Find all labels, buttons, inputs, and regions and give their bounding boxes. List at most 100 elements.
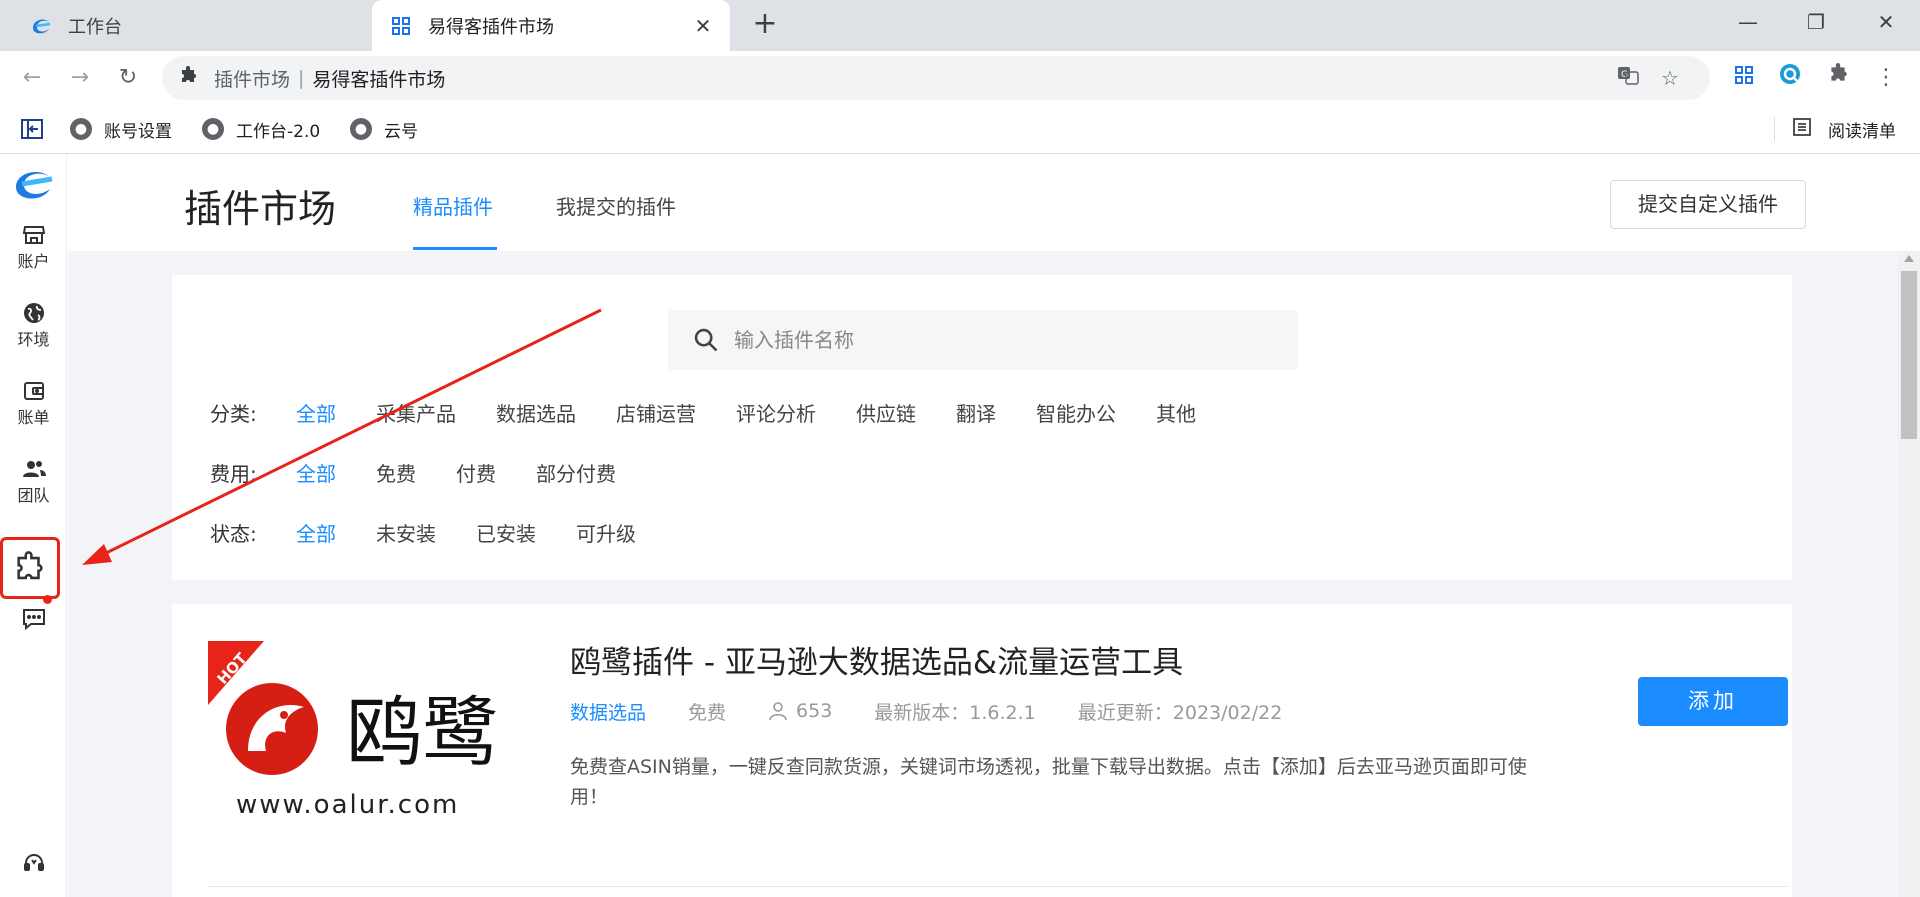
globe-icon: ● [350,118,372,140]
plugin-logo: HOT 鸥鹭 www.oalur.com [208,641,516,831]
close-tab-icon[interactable]: ✕ [690,13,716,39]
filter-option[interactable]: 其他 [1156,398,1196,427]
forward-button[interactable]: → [64,62,96,94]
tab-featured-plugins[interactable]: 精品插件 [413,191,493,220]
plugin-name[interactable]: 鸥鹭插件 - 亚马逊大数据选品&流量运营工具 [570,637,1183,682]
plugin-fee: 免费 [688,701,727,724]
plugin-updated: 最近更新：2023/02/22 [1077,701,1283,724]
url-host: 插件市场 [214,68,291,91]
submit-custom-plugin-button[interactable]: 提交自定义插件 [1610,180,1806,229]
minimize-button[interactable]: — [1728,4,1768,40]
browser-tab-strip: 工作台 易得客插件市场 ✕ + — ❐ ✕ [0,0,1920,51]
sidebar-item-team[interactable]: 团队 [0,457,67,507]
bookmark-star-icon[interactable]: ☆ [1656,64,1684,92]
filter-row-fee: 费用: 全部 免费 付费 部分付费 [210,457,656,487]
globe-icon: ● [202,118,224,140]
reload-button[interactable]: ↻ [112,62,144,94]
plugin-category[interactable]: 数据选品 [570,698,646,725]
bookmark-cloud[interactable]: ● 云号 [350,117,418,142]
globe-icon: ● [70,118,92,140]
main-content: 插件市场 精品插件 我提交的插件 提交自定义插件 分类: 全部 采集产品 数据选… [68,155,1920,897]
headset-icon [0,851,67,879]
filter-option[interactable]: 未安装 [376,518,436,547]
restore-button[interactable]: ❐ [1796,4,1836,40]
filter-option[interactable]: 付费 [456,458,496,487]
plugin-description: 免费查ASIN销量，一键反查同款货源，关键词市场透视，批量下载导出数据。点击【添… [570,756,1527,808]
filter-panel: 分类: 全部 采集产品 数据选品 店铺运营 评论分析 供应链 翻译 智能办公 其… [172,275,1792,580]
filter-row-status: 状态: 全部 未安装 已安装 可升级 [210,517,676,547]
scroll-up-arrow[interactable] [1904,255,1914,262]
bookmarks-bar: ● 账号设置 ● 工作台-2.0 ● 云号 阅读清单 [0,105,1920,154]
filter-option[interactable]: 智能办公 [1036,398,1116,427]
user-icon [768,701,788,721]
extensions-puzzle-icon[interactable] [1822,62,1854,94]
bookmark-label: 账号设置 [104,121,172,142]
card-divider [208,886,1788,887]
sidebar-item-environment[interactable]: 环境 [0,301,67,351]
back-button[interactable]: ← [16,62,48,94]
address-bar[interactable]: 插件市场 | 易得客插件市场 G ☆ [162,56,1710,100]
bookmark-workbench[interactable]: ● 工作台-2.0 [202,117,320,142]
filter-option[interactable]: 供应链 [856,398,916,427]
add-plugin-button[interactable]: 添加 [1638,677,1788,726]
sidebar-item-bill[interactable]: 账单 [0,379,67,429]
translate-icon[interactable]: G [1614,64,1642,92]
filter-label: 费用: [210,461,257,486]
active-tab-indicator [413,247,497,250]
new-tab-button[interactable]: + [748,8,782,42]
filter-option[interactable]: 可升级 [576,518,636,547]
sidebar-item-messages[interactable] [0,607,67,635]
plugin-card: HOT 鸥鹭 www.oalur.com 鸥鹭插件 - 亚马逊大数据选品&流量运… [172,604,1792,897]
tab-my-submitted-plugins[interactable]: 我提交的插件 [556,191,676,220]
sidebar-item-label: 团队 [17,486,50,505]
search-icon [692,326,720,354]
bookmark-account-settings[interactable]: ● 账号设置 [70,117,172,142]
sidebar-item-account[interactable]: 账户 [0,223,67,273]
plugin-user-count: 653 [796,700,833,722]
extension-q-icon[interactable] [1774,62,1806,94]
filter-option[interactable]: 免费 [376,458,416,487]
logo-brand-text: 鸥鹭 [346,688,498,777]
tab-workbench[interactable]: 工作台 [0,0,370,51]
filter-option[interactable]: 全部 [296,518,336,547]
sidebar-plugin-button[interactable] [13,551,47,585]
filter-option[interactable]: 全部 [296,458,336,487]
grid-apps-icon[interactable] [1728,62,1760,94]
tab-plugin-market[interactable]: 易得客插件市场 ✕ [372,0,730,51]
logo-site-text: www.oalur.com [236,790,459,820]
sidebar-toggle-icon[interactable] [20,117,44,141]
notification-dot [43,595,52,604]
tab-title: 易得客插件市场 [428,16,554,38]
menu-kebab-icon[interactable]: ⋮ [1870,62,1902,94]
filter-option[interactable]: 已安装 [476,518,536,547]
filter-option[interactable]: 全部 [296,398,336,427]
filter-option[interactable]: 部分付费 [536,458,616,487]
scroll-thumb[interactable] [1901,271,1917,439]
close-window-button[interactable]: ✕ [1866,4,1906,40]
browser-toolbar: ← → ↻ 插件市场 | 易得客插件市场 G ☆ ⋮ [0,51,1920,105]
filter-option[interactable]: 翻译 [956,398,996,427]
plugin-users: 653 [768,700,832,722]
filter-label: 分类: [210,401,257,426]
sidebar-item-support[interactable] [0,851,67,879]
filter-option[interactable]: 评论分析 [736,398,816,427]
bookmark-label: 云号 [384,121,418,142]
page-scrollbar[interactable] [1898,251,1920,897]
search-input[interactable] [734,328,1274,352]
reading-list-icon [1792,117,1814,142]
plugin-version: 最新版本：1.6.2.1 [874,701,1036,724]
filter-option[interactable]: 数据选品 [496,398,576,427]
team-icon [0,457,67,485]
store-icon [0,223,67,251]
search-box[interactable] [668,310,1298,370]
reading-list-button[interactable]: 阅读清单 [1792,117,1896,142]
filter-option[interactable]: 店铺运营 [616,398,696,427]
url-separator: | [298,67,305,89]
sidebar-item-label: 环境 [17,330,50,349]
plugin-meta: 数据选品 免费 653 最新版本：1.6.2.1 最近更新：2023/02/22 [570,697,1282,725]
app-logo-icon [30,15,52,37]
bookmark-divider [1774,117,1775,141]
filter-option[interactable]: 采集产品 [376,398,456,427]
app-logo[interactable] [12,165,54,203]
sidebar-item-label: 账户 [17,252,50,271]
